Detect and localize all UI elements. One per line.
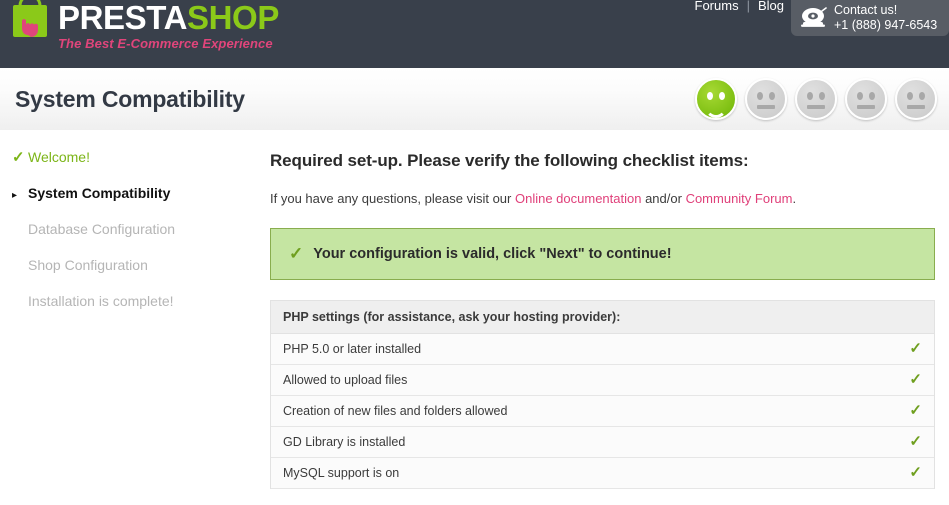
smiley-mouth-smile (705, 98, 727, 118)
smiley-eye-right (819, 92, 825, 100)
php-settings-table: PHP settings (for assistance, ask your h… (270, 300, 935, 489)
row-label: Creation of new files and folders allowe… (283, 404, 508, 418)
checklist-heading: Required set-up. Please verify the follo… (270, 151, 749, 170)
contact-us-box[interactable]: Contact us! +1 (888) 947-6543 (791, 0, 949, 36)
smiley-eye-left (757, 92, 763, 100)
status-check-icon: ✓ (909, 402, 922, 419)
sidebar-item-label: Database Configuration (28, 221, 176, 237)
smiley-eye-left (907, 92, 913, 100)
configuration-valid-alert: ✓ Your configuration is valid, click "Ne… (270, 228, 935, 280)
blog-link[interactable]: Blog (758, 0, 784, 13)
header-nav-links: Forums | Blog (695, 0, 784, 13)
smiley-mouth-flat (907, 105, 925, 109)
progress-step-4-smiley[interactable] (845, 78, 887, 120)
intro-text-before: If you have any questions, please visit … (270, 191, 515, 206)
page-content: ✓ Welcome! ▸ System Compatibility Databa… (0, 131, 949, 505)
page-titlebar: System Compatibility (0, 68, 949, 131)
shopping-bag-icon (6, 0, 56, 46)
contact-phone: +1 (888) 947-6543 (834, 17, 938, 32)
contact-title: Contact us! (834, 2, 898, 17)
check-icon: ✓ (289, 244, 304, 263)
forums-link[interactable]: Forums (695, 0, 739, 13)
alert-message: Your configuration is valid, click "Next… (313, 246, 672, 262)
page-title: System Compatibility (15, 86, 245, 112)
checklist-intro: If you have any questions, please visit … (270, 191, 935, 206)
status-check-icon: ✓ (909, 464, 922, 481)
main-panel: Required set-up. Please verify the follo… (258, 131, 949, 505)
nav-separator: | (746, 0, 750, 13)
telephone-icon (799, 5, 827, 29)
table-row: MySQL support is on ✓ (271, 458, 934, 489)
status-check-icon: ✓ (909, 433, 922, 450)
sidebar-item-system-compatibility[interactable]: ▸ System Compatibility (0, 185, 258, 221)
intro-text-middle: and/or (641, 191, 686, 206)
table-row: Creation of new files and folders allowe… (271, 396, 934, 427)
installer-sidebar: ✓ Welcome! ▸ System Compatibility Databa… (0, 131, 258, 505)
site-header: PRESTASHOP The Best E-Commerce Experienc… (0, 0, 949, 68)
progress-step-3-smiley[interactable] (795, 78, 837, 120)
online-documentation-link[interactable]: Online documentation (515, 191, 641, 206)
row-label: Allowed to upload files (283, 373, 408, 387)
smiley-eye-right (919, 92, 925, 100)
sidebar-item-welcome[interactable]: ✓ Welcome! (0, 149, 258, 185)
row-label: MySQL support is on (283, 466, 400, 480)
progress-step-1-smiley-active[interactable] (695, 78, 737, 120)
sidebar-item-label: System Compatibility (28, 185, 171, 201)
smiley-eye-right (869, 92, 875, 100)
smiley-mouth-flat (757, 105, 775, 109)
logo-wordmark: PRESTASHOP The Best E-Commerce Experienc… (58, 0, 279, 52)
check-icon: ✓ (12, 149, 25, 166)
status-check-icon: ✓ (909, 340, 922, 357)
installation-progress-indicator (695, 78, 937, 120)
table-header: PHP settings (for assistance, ask your h… (271, 301, 934, 334)
sidebar-item-installation-complete[interactable]: Installation is complete! (0, 293, 258, 329)
progress-step-2-smiley[interactable] (745, 78, 787, 120)
logo-presta: PRESTA (58, 0, 188, 36)
sidebar-item-shop-configuration[interactable]: Shop Configuration (0, 257, 258, 293)
prestashop-logo[interactable]: PRESTASHOP The Best E-Commerce Experienc… (6, 0, 279, 51)
arrow-right-icon: ▸ (12, 190, 18, 201)
table-row: GD Library is installed ✓ (271, 427, 934, 458)
logo-tagline: The Best E-Commerce Experience (58, 36, 273, 51)
sidebar-item-label: Shop Configuration (28, 257, 148, 273)
table-row: Allowed to upload files ✓ (271, 365, 934, 396)
table-row: PHP 5.0 or later installed ✓ (271, 334, 934, 365)
row-label: PHP 5.0 or later installed (283, 342, 422, 356)
sidebar-item-database-configuration[interactable]: Database Configuration (0, 221, 258, 257)
logo-brand-text: PRESTASHOP (58, 1, 279, 35)
progress-step-5-smiley[interactable] (895, 78, 937, 120)
smiley-eye-left (857, 92, 863, 100)
smiley-mouth-flat (807, 105, 825, 109)
smiley-eye-right (769, 92, 775, 100)
smiley-mouth-flat (857, 105, 875, 109)
sidebar-item-label: Installation is complete! (28, 293, 174, 309)
contact-details: Contact us! +1 (888) 947-6543 (834, 3, 937, 33)
community-forum-link[interactable]: Community Forum (686, 191, 793, 206)
intro-text-after: . (792, 191, 797, 206)
smiley-eye-left (807, 92, 813, 100)
row-label: GD Library is installed (283, 435, 406, 449)
status-check-icon: ✓ (909, 371, 922, 388)
sidebar-item-label: Welcome! (28, 149, 90, 165)
logo-shop: SHOP (187, 0, 279, 36)
